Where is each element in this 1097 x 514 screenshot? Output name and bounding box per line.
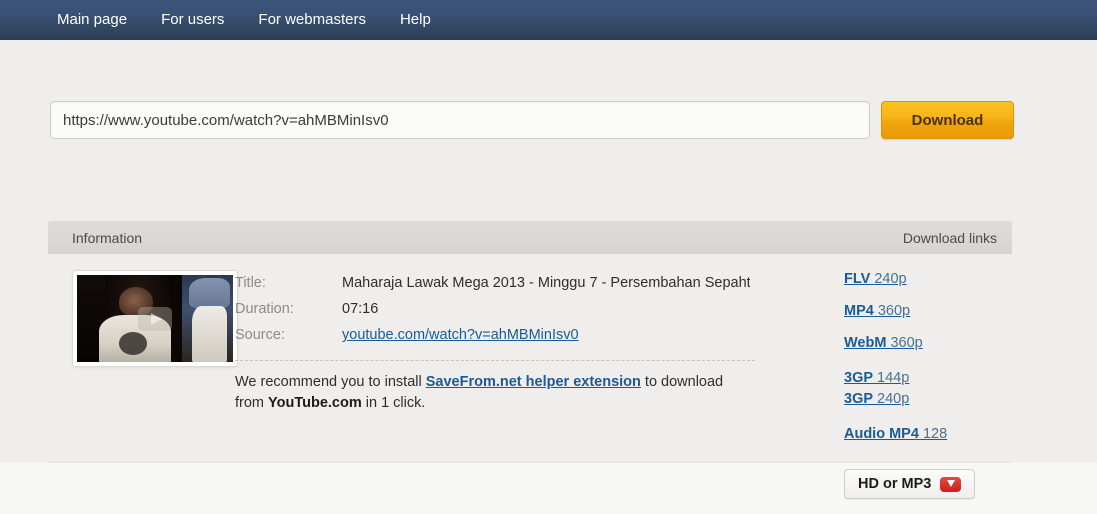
download-link-quality: 240p bbox=[877, 391, 910, 407]
recommendation-text: We recommend you to install SaveFrom.net… bbox=[235, 372, 755, 414]
download-link-quality: 144p bbox=[877, 370, 910, 386]
duration-value: 07:16 bbox=[342, 301, 379, 317]
download-link-quality: 360p bbox=[890, 335, 923, 351]
download-link-webm-360p[interactable]: WebM 360p bbox=[844, 335, 1012, 351]
download-link-3gp-144p[interactable]: 3GP 144p bbox=[844, 370, 1012, 386]
savefrom-helper-extension-link[interactable]: SaveFrom.net helper extension bbox=[426, 374, 641, 390]
thumbnail-second-person bbox=[192, 306, 227, 362]
download-link-quality: 240p bbox=[874, 271, 907, 287]
source-label: Source: bbox=[235, 327, 285, 343]
nav-item-for-users[interactable]: For users bbox=[144, 0, 241, 40]
download-link-format: FLV bbox=[844, 271, 871, 287]
thumbnail-shirt-logo bbox=[119, 332, 148, 356]
nav-item-for-webmasters[interactable]: For webmasters bbox=[241, 0, 383, 40]
page-content: Download Information Download links bbox=[0, 40, 1097, 499]
info-divider bbox=[235, 360, 755, 361]
panel-header: Information Download links bbox=[48, 221, 1012, 254]
youtube-download-icon bbox=[940, 476, 962, 492]
recommend-part-1: We recommend you to install bbox=[235, 374, 426, 390]
nav-item-help[interactable]: Help bbox=[383, 0, 448, 40]
nav-item-main-page[interactable]: Main page bbox=[40, 0, 144, 40]
hd-or-mp3-button[interactable]: HD or MP3 bbox=[844, 469, 976, 499]
play-button-icon bbox=[138, 306, 172, 331]
recommend-youtube-bold: YouTube.com bbox=[268, 395, 362, 411]
source-value: youtube.com/watch?v=ahMBMinIsv0 bbox=[342, 322, 579, 348]
hd-or-mp3-label: HD or MP3 bbox=[858, 476, 932, 492]
download-link-flv-240p[interactable]: FLV 240p bbox=[844, 271, 1012, 287]
panel-header-information-label: Information bbox=[72, 229, 143, 246]
download-link-mp4-360p[interactable]: MP4 360p bbox=[844, 303, 1012, 319]
thumbnail-column bbox=[48, 270, 238, 499]
thumbnail-person-shoulder bbox=[189, 278, 230, 309]
bottom-divider bbox=[48, 462, 1012, 464]
video-info-column: Title: Maharaja Lawak Mega 2013 - Minggu… bbox=[217, 270, 844, 499]
top-navigation-bar: Main page For users For webmasters Help bbox=[0, 0, 1097, 40]
download-link-format: WebM bbox=[844, 335, 887, 351]
download-link-3gp-240p[interactable]: 3GP 240p bbox=[844, 391, 1012, 407]
download-link-quality: 128 bbox=[922, 426, 948, 442]
source-link[interactable]: youtube.com/watch?v=ahMBMinIsv0 bbox=[342, 327, 579, 343]
meta-row-title: Title: Maharaja Lawak Mega 2013 - Minggu… bbox=[235, 270, 834, 296]
download-button[interactable]: Download bbox=[881, 101, 1014, 139]
download-link-format: 3GP bbox=[844, 391, 874, 407]
download-link-format: MP4 bbox=[844, 303, 874, 319]
download-link-audio-mp4-128[interactable]: Audio MP4 128 bbox=[844, 426, 1012, 442]
thumbnail-image bbox=[77, 275, 233, 362]
panel-header-download-links-label: Download links bbox=[902, 229, 997, 246]
duration-label: Duration: bbox=[235, 301, 294, 317]
url-input[interactable] bbox=[50, 101, 870, 139]
meta-row-source: Source: youtube.com/watch?v=ahMBMinIsv0 bbox=[235, 322, 834, 348]
download-link-format: Audio MP4 bbox=[844, 426, 919, 442]
title-value: Maharaja Lawak Mega 2013 - Minggu 7 - Pe… bbox=[342, 275, 750, 291]
title-label: Title: bbox=[235, 275, 266, 291]
download-links-column: FLV 240p MP4 360p WebM 360p 3GP 144p 3GP bbox=[844, 270, 1012, 499]
download-link-quality: 360p bbox=[877, 303, 911, 319]
meta-row-duration: Duration: 07:16 bbox=[235, 296, 834, 322]
recommend-part-3: in 1 click. bbox=[361, 395, 426, 411]
result-panel: Information Download links Title: Mahara… bbox=[48, 221, 1012, 499]
download-link-format: 3GP bbox=[844, 370, 874, 386]
url-search-row: Download bbox=[50, 101, 1014, 139]
video-thumbnail[interactable] bbox=[72, 270, 238, 367]
